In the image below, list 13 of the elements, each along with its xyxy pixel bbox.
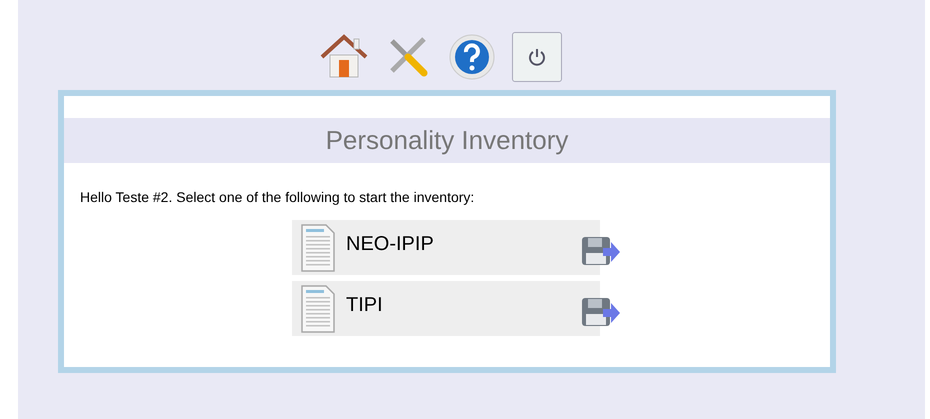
power-icon <box>527 47 547 67</box>
document-icon <box>300 222 336 272</box>
floppy-arrow-icon[interactable] <box>581 236 621 268</box>
help-icon[interactable] <box>448 33 496 81</box>
inventory-item[interactable]: TIPI <box>292 281 600 336</box>
inventory-item[interactable]: NEO-IPIP <box>292 220 600 275</box>
power-button[interactable] <box>512 32 562 82</box>
inventory-name: TIPI <box>346 292 383 318</box>
panel-title: Personality Inventory <box>64 118 830 163</box>
floppy-arrow-icon[interactable] <box>581 296 621 328</box>
document-icon <box>300 284 336 334</box>
inventory-name: NEO-IPIP <box>346 232 434 256</box>
greeting-text: Hello Teste #2. Select one of the following to start the inventory: <box>80 188 476 207</box>
